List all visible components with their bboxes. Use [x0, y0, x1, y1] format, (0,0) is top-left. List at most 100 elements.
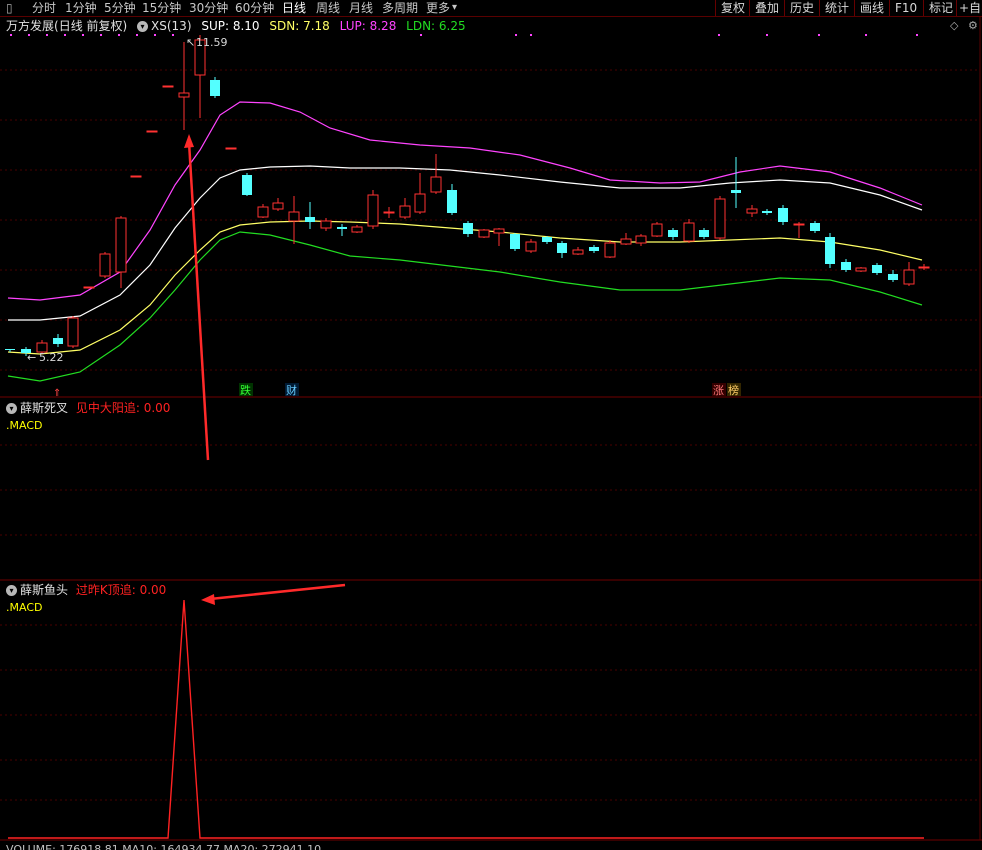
candle-body-down: [510, 234, 520, 249]
sup-line: [8, 165, 923, 321]
candle-body-up: [383, 211, 395, 214]
candle-body-up: [178, 92, 190, 98]
candle-body-down: [53, 338, 63, 344]
candle-body-up: [683, 222, 695, 242]
candle-body-up: [288, 211, 300, 222]
candle-body-down: [810, 223, 820, 231]
signal-dot: [136, 34, 138, 36]
signal-dot: [420, 34, 422, 36]
fishhead-signal-line: [8, 599, 924, 839]
candle-body-down: [542, 237, 552, 242]
candle-body-up: [620, 238, 632, 245]
candle-body-up: [903, 269, 915, 285]
signal-dot: [28, 34, 30, 36]
price-annotations: 11.59 ↖ 5.22 ←: [27, 36, 228, 364]
candle-body-up: [225, 147, 237, 150]
panel2-name[interactable]: 薛斯死叉: [20, 401, 68, 415]
candle-body-down: [557, 243, 567, 253]
signal-dot: [766, 34, 768, 36]
candle-body-up: [746, 208, 758, 214]
low-arrow-mark: ←: [27, 351, 36, 364]
ldn-line: [7, 231, 923, 382]
grid-lines: [0, 34, 980, 801]
candle-body-up: [918, 266, 930, 269]
candle-body-down: [872, 265, 882, 273]
candle-body-up: [651, 223, 663, 237]
candle-body-down: [337, 227, 347, 229]
volume-legend: VOLUME: 176918.81 MA10: 164934.77 MA20: …: [6, 843, 322, 850]
low-price-label: 5.22: [39, 351, 64, 364]
panel2-settings-icon[interactable]: ▾: [6, 403, 17, 414]
candle-body-up: [714, 198, 726, 239]
high-price-label: 11.59: [196, 36, 228, 49]
panel3-settings-icon[interactable]: ▾: [6, 585, 17, 596]
candle-body-up: [67, 317, 79, 347]
double-up-icon: ⇑: [53, 388, 61, 399]
signal-dot: [172, 34, 174, 36]
signal-dot: [865, 34, 867, 36]
candle-body-down: [731, 190, 741, 193]
signal-spike: [8, 599, 924, 839]
signal-dot: [530, 34, 532, 36]
candlesticks: [5, 35, 930, 356]
panel3-signal: 过昨K顶追: 0.00: [75, 583, 167, 597]
candle-body-down: [778, 208, 788, 222]
candle-body-down: [305, 217, 315, 222]
candle-body-down: [463, 223, 473, 234]
panel3-name[interactable]: 薛斯鱼头: [20, 583, 68, 597]
candle-body-down: [825, 237, 835, 264]
candle-body-down: [589, 247, 599, 251]
signal-dot: [118, 34, 120, 36]
arrow-head-1: [184, 134, 194, 148]
candle-body-up: [257, 206, 269, 218]
candle-body-up: [320, 220, 332, 229]
signal-dot: [46, 34, 48, 36]
panel3-sub-label: .MACD: [6, 601, 43, 614]
candle-body-up: [430, 176, 442, 193]
candle-body-up: [525, 241, 537, 252]
red-arrow-2: [209, 583, 346, 601]
tag-list[interactable]: 榜: [728, 383, 739, 397]
signal-dot: [515, 34, 517, 36]
candle-body-up: [162, 85, 174, 88]
panel2-legend: ▾ 薛斯死叉 见中大阳追: 0.00: [6, 400, 170, 416]
candle-body-down: [5, 349, 15, 350]
candle-body-up: [130, 175, 142, 178]
kline-chart[interactable]: 11.59 ↖ 5.22 ← 跌 财 涨 榜 ⇑: [0, 0, 982, 850]
candle-body-down: [210, 80, 220, 96]
xs-bands: [7, 101, 923, 382]
candle-body-down: [762, 211, 772, 213]
candle-body-down: [242, 175, 252, 195]
panel2-sub-label: .MACD: [6, 419, 43, 432]
signal-dot: [82, 34, 84, 36]
tag-fall[interactable]: 跌: [240, 383, 251, 397]
candle-body-up: [399, 205, 411, 218]
signal-dot: [718, 34, 720, 36]
candle-body-up: [572, 249, 584, 255]
panel2-signal: 见中大阳追: 0.00: [75, 401, 171, 415]
signal-dot: [100, 34, 102, 36]
arrow-head-2: [201, 594, 215, 605]
candle-body-up: [493, 228, 505, 234]
candle-body-up: [478, 229, 490, 238]
panel3-legend: ▾ 薛斯鱼头 过昨K顶追: 0.00: [6, 582, 166, 598]
sdn-line: [7, 220, 923, 355]
candle-body-down: [668, 230, 678, 237]
candle-body-up: [99, 253, 111, 277]
signal-dot: [64, 34, 66, 36]
candle-body-up: [115, 217, 127, 273]
signal-dot: [10, 34, 12, 36]
red-arrow-1: [187, 141, 210, 461]
signal-dot: [916, 34, 918, 36]
candle-body-up: [83, 286, 95, 289]
candle-body-up: [635, 235, 647, 244]
tag-rise[interactable]: 涨: [713, 384, 724, 397]
high-arrow-mark: ↖: [186, 36, 195, 49]
candle-body-up: [604, 242, 616, 258]
tag-finance[interactable]: 财: [286, 383, 297, 397]
candle-body-up: [351, 226, 363, 233]
candle-body-up: [272, 202, 284, 210]
candle-body-up: [414, 193, 426, 213]
signal-dot: [154, 34, 156, 36]
candle-body-up: [855, 267, 867, 272]
